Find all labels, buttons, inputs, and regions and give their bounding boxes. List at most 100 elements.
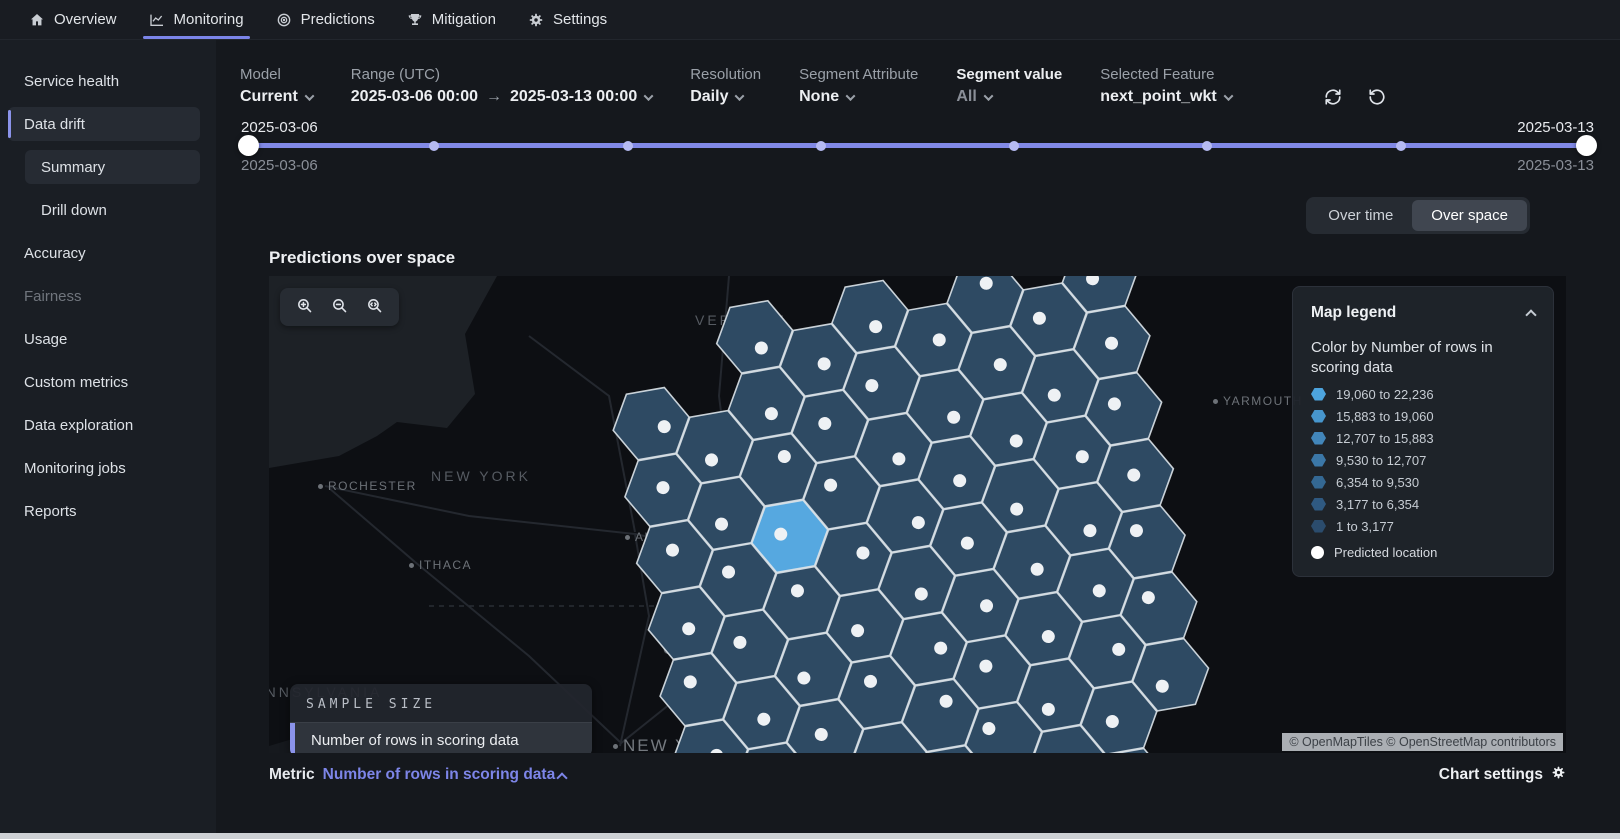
zoom-in-icon[interactable]: [290, 295, 319, 319]
hexagon-swatch: [1311, 498, 1326, 511]
hexagon-swatch: [1311, 432, 1326, 445]
legend-bin-range: 9,530 to 12,707: [1336, 453, 1426, 468]
nav-item-overview[interactable]: Overview: [13, 0, 133, 39]
field-value-segment-value[interactable]: All: [956, 88, 1062, 106]
sample-size-option-selected[interactable]: Number of rows in scoring data: [290, 723, 592, 753]
toolbar-field-range-utc: Range (UTC) 2025-03-06 00:00→2025-03-13 0…: [351, 66, 652, 106]
selected-indicator: [290, 723, 295, 753]
legend-bin-range: 3,177 to 6,354: [1336, 497, 1419, 512]
field-label: Model: [240, 66, 313, 83]
zoom-out-icon[interactable]: [325, 295, 354, 319]
legend-predicted-row: Predicted location: [1311, 545, 1535, 560]
map-canvas[interactable]: VERMONTBANGORAUGUSTAPORTLANDNEW HAMPSHIR…: [269, 276, 1566, 753]
gear-icon: [528, 12, 544, 28]
nav-item-label: Overview: [54, 11, 117, 28]
bottom-edge-strip: [0, 833, 1620, 839]
sidebar-item-drill-down[interactable]: Drill down: [25, 193, 200, 227]
chevron-down-icon: [846, 91, 856, 101]
toolbar-field-segment-attribute: Segment AttributeNone: [799, 66, 918, 106]
map-controls: [280, 288, 399, 326]
hexagon-swatch: [1311, 476, 1326, 489]
nav-item-mitigation[interactable]: Mitigation: [391, 0, 512, 39]
legend-bins: 19,060 to 22,23615,883 to 19,06012,707 t…: [1311, 387, 1535, 534]
sidebar-item-label: Usage: [24, 331, 67, 348]
legend-bin: 12,707 to 15,883: [1311, 431, 1535, 446]
collapse-legend-icon[interactable]: [1525, 309, 1536, 320]
sidebar-item-usage[interactable]: Usage: [8, 322, 200, 356]
chart-settings-label: Chart settings: [1439, 766, 1543, 784]
sidebar-item-monitoring-jobs[interactable]: Monitoring jobs: [8, 451, 200, 485]
sidebar-item-label: Service health: [24, 73, 119, 90]
range-end-label: 2025-03-13: [1517, 119, 1594, 136]
toolbar: Model Current Range (UTC) 2025-03-06 00:00→…: [216, 40, 1620, 109]
sidebar-item-fairness[interactable]: Fairness: [8, 279, 200, 313]
timeline-tick: [816, 141, 826, 151]
tab-over-space[interactable]: Over space: [1412, 200, 1527, 231]
hexagon-swatch: [1311, 410, 1326, 423]
timeline-tick: [1009, 141, 1019, 151]
line-chart-icon: [149, 12, 165, 28]
legend-bin: 3,177 to 6,354: [1311, 497, 1535, 512]
field-value-selected-feature[interactable]: next_point_wkt: [1100, 88, 1231, 106]
slider-start-handle[interactable]: [238, 135, 259, 156]
undo-icon[interactable]: [1368, 88, 1386, 109]
map-attribution: © OpenMapTiles © OpenStreetMap contribut…: [1282, 733, 1563, 751]
refresh-icon[interactable]: [1324, 88, 1342, 109]
slider-end-handle[interactable]: [1576, 135, 1597, 156]
legend-bin: 9,530 to 12,707: [1311, 453, 1535, 468]
sample-size-option-label: Number of rows in scoring data: [311, 732, 519, 749]
legend-bin-range: 1 to 3,177: [1336, 519, 1394, 534]
legend-bin-range: 19,060 to 22,236: [1336, 387, 1434, 402]
range-arrow-icon: →: [486, 88, 502, 106]
zoom-reset-icon[interactable]: [360, 295, 389, 319]
sidebar-item-label: Reports: [24, 503, 77, 520]
timeline-tick: [623, 141, 633, 151]
sidebar-item-summary[interactable]: Summary: [25, 150, 200, 184]
sidebar-item-accuracy[interactable]: Accuracy: [8, 236, 200, 270]
trophy-icon: [407, 12, 423, 28]
sample-size-title: SAMPLE SIZE: [290, 684, 592, 723]
gear-icon: [1551, 765, 1566, 785]
tab-over-time[interactable]: Over time: [1309, 200, 1412, 231]
target-icon: [276, 12, 292, 28]
chevron-down-icon: [304, 91, 314, 101]
legend-bin-range: 12,707 to 15,883: [1336, 431, 1434, 446]
sidebar-item-label: Data exploration: [24, 417, 133, 434]
legend-bin-range: 6,354 to 9,530: [1336, 475, 1419, 490]
content-area: Over time Over space Predictions over sp…: [216, 197, 1620, 785]
hexagon-swatch: [1311, 520, 1326, 533]
sidebar-item-label: Custom metrics: [24, 374, 128, 391]
sidebar-item-custom-metrics[interactable]: Custom metrics: [8, 365, 200, 399]
field-label: Range (UTC): [351, 66, 652, 83]
metric-value: Number of rows in scoring data: [323, 766, 556, 784]
sidebar-item-service-health[interactable]: Service health: [8, 64, 200, 98]
metric-selector[interactable]: Number of rows in scoring data: [323, 766, 567, 784]
sidebar-item-data-exploration[interactable]: Data exploration: [8, 408, 200, 442]
sidebar-item-label: Fairness: [24, 288, 82, 305]
app-window: Overview Monitoring Predictions Mitigati…: [0, 0, 1620, 839]
sidebar-item-data-drift[interactable]: Data drift: [8, 107, 200, 141]
field-value-resolution[interactable]: Daily: [690, 88, 761, 106]
timeline-tick: [1396, 141, 1406, 151]
top-navigation: Overview Monitoring Predictions Mitigati…: [0, 0, 1620, 40]
field-value-range-utc[interactable]: 2025-03-06 00:00→2025-03-13 00:00: [351, 88, 652, 106]
nav-item-settings[interactable]: Settings: [512, 0, 623, 39]
predicted-location-label: Predicted location: [1334, 545, 1437, 560]
view-tabs-row: Over time Over space: [269, 197, 1530, 234]
nav-item-label: Settings: [553, 11, 607, 28]
active-tab-indicator: [143, 36, 250, 39]
chart-settings-button[interactable]: Chart settings: [1439, 765, 1566, 785]
sidebar-nav-list: Service health Data drift Summary Drill dow…: [0, 64, 216, 528]
toolbar-icons: [1324, 88, 1386, 109]
sidebar-item-reports[interactable]: Reports: [8, 494, 200, 528]
chevron-down-icon: [983, 91, 993, 101]
chevron-down-icon: [735, 91, 745, 101]
field-value-model[interactable]: Current: [240, 88, 313, 106]
range-start-label: 2025-03-06: [241, 119, 318, 136]
field-label: Resolution: [690, 66, 761, 83]
nav-item-monitoring[interactable]: Monitoring: [133, 0, 260, 39]
nav-item-predictions[interactable]: Predictions: [260, 0, 391, 39]
timeline-tick: [1202, 141, 1212, 151]
slider-track[interactable]: [241, 143, 1594, 148]
field-value-segment-attribute[interactable]: None: [799, 88, 918, 106]
